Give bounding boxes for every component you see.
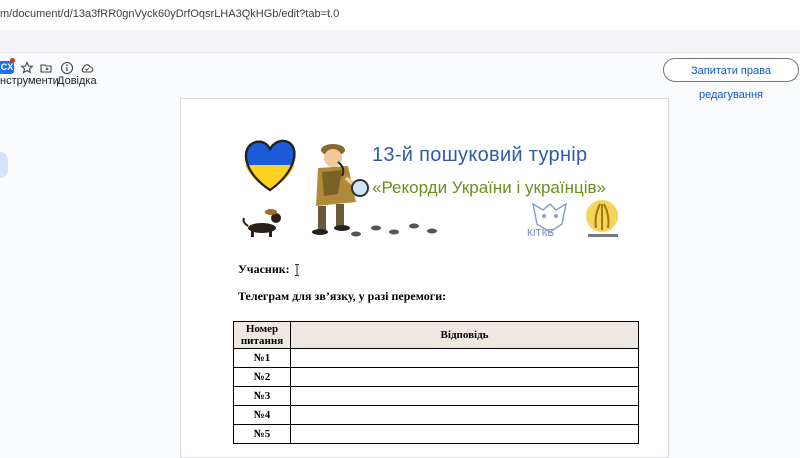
answer-cell[interactable] — [290, 367, 639, 387]
outline-toggle-tab[interactable] — [0, 152, 8, 178]
menu-help[interactable]: Довідка — [57, 75, 97, 87]
question-number-cell: №2 — [233, 367, 291, 387]
address-url[interactable]: m/document/d/13a3fRR0gnVyck60yDrfOqsrLHA… — [0, 8, 339, 20]
table-row: №4 — [233, 405, 639, 425]
question-number-cell: №5 — [233, 424, 291, 444]
banner-title: 13-й пошуковий турнір — [372, 144, 588, 166]
notification-dot — [10, 58, 15, 63]
participant-label: Учасник: — [238, 262, 290, 276]
divider — [0, 52, 800, 53]
detective-figure-icon — [312, 144, 369, 235]
ukraine-heart-icon — [244, 139, 296, 192]
browser-bar-divider — [0, 30, 800, 52]
question-number-cell: №1 — [233, 348, 291, 368]
banner-subtitle: «Рекорди України і українців» — [372, 178, 606, 197]
request-edit-access-button[interactable]: Запитати права редагування — [663, 58, 799, 101]
move-to-folder-icon[interactable] — [39, 61, 53, 75]
answer-cell[interactable] — [290, 424, 639, 444]
browser-address-bar[interactable]: m/document/d/13a3fRR0gnVyck60yDrfOqsrLHA… — [0, 0, 800, 30]
table-row: №2 — [233, 367, 639, 387]
kitkb-logo-text: КІТКБ — [527, 228, 555, 239]
question-number-cell: №3 — [233, 386, 291, 406]
star-icon[interactable] — [20, 61, 34, 75]
table-row: №5 — [233, 424, 639, 444]
answers-table: Номер питання Відповідь №1 №2 №3 №4 №5 — [233, 321, 639, 444]
table-header-answer: Відповідь — [290, 321, 639, 349]
cloud-status-icon[interactable] — [80, 61, 94, 75]
answer-cell[interactable] — [290, 405, 639, 425]
question-number-cell: №4 — [233, 405, 291, 425]
footprints-icon — [351, 223, 437, 237]
table-row: №3 — [233, 386, 639, 406]
university-logo-icon — [586, 200, 618, 237]
table-header-question-number: Номер питання — [233, 321, 291, 349]
table-row: №1 — [233, 348, 639, 368]
telegram-label: Телеграм для зв’язку, у разі перемоги: — [238, 289, 447, 303]
answer-cell[interactable] — [290, 348, 639, 368]
info-icon[interactable] — [60, 61, 74, 75]
text-cursor-icon — [295, 264, 299, 276]
answer-cell[interactable] — [290, 386, 639, 406]
menu-tools[interactable]: нструменти — [0, 75, 59, 87]
dachshund-dog-icon — [242, 209, 281, 237]
